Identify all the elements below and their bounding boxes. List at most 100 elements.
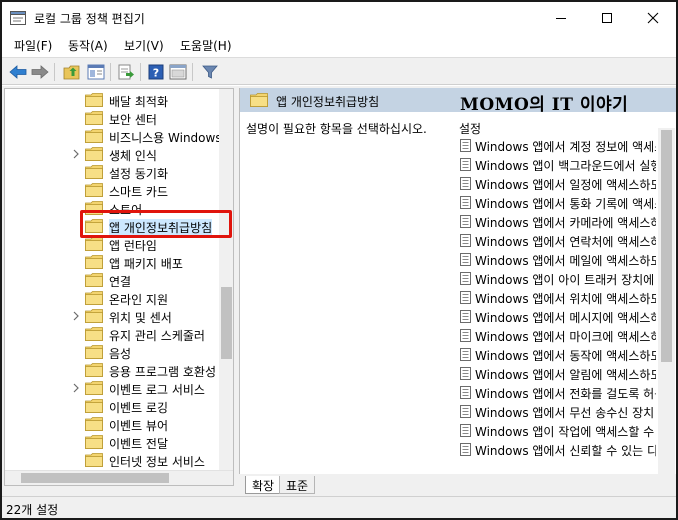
setting-row[interactable]: Windows 앱에서 무선 송수신 장치 bbox=[456, 402, 656, 421]
setting-row[interactable]: Windows 앱에서 알림에 액세스하도록 bbox=[456, 364, 656, 383]
folder-icon bbox=[85, 255, 103, 269]
tree-item-label: 앱 런타임 bbox=[109, 239, 157, 253]
tree-item-label: 설정 동기화 bbox=[109, 167, 169, 181]
policy-setting-icon bbox=[460, 310, 471, 323]
details-vertical-scroll-thumb[interactable] bbox=[661, 130, 672, 362]
policy-setting-icon bbox=[460, 234, 471, 247]
setting-row[interactable]: Windows 앱에서 동작에 액세스하도록 bbox=[456, 345, 656, 364]
tree-item[interactable]: 배달 최적화 bbox=[5, 91, 219, 109]
setting-label: Windows 앱에서 전화를 걸도록 허용 bbox=[475, 387, 656, 401]
folder-icon bbox=[250, 93, 268, 107]
properties-button[interactable] bbox=[168, 62, 188, 82]
tree-item[interactable]: 보안 센터 bbox=[5, 109, 219, 127]
selection-highlight-box bbox=[80, 210, 232, 238]
help-icon: ? bbox=[148, 64, 164, 80]
folder-icon bbox=[85, 345, 103, 359]
tree-item[interactable]: 이벤트 로그 서비스 bbox=[5, 379, 219, 397]
setting-label: Windows 앱이 작업에 액세스할 수 bbox=[475, 425, 655, 439]
details-header: 앱 개인정보취급방침 MOMO의 IT 이야기 bbox=[240, 88, 676, 115]
tree-vertical-scroll-thumb[interactable] bbox=[221, 287, 232, 359]
tree-item[interactable]: 유지 관리 스케줄러 bbox=[5, 325, 219, 343]
view-tabs: 확장 표준 bbox=[239, 474, 676, 496]
menu-view[interactable]: 보기(V) bbox=[124, 37, 164, 54]
tree-item[interactable]: 스마트 카드 bbox=[5, 181, 219, 199]
forward-button[interactable] bbox=[30, 62, 50, 82]
tab-extended[interactable]: 확장 bbox=[245, 476, 282, 494]
policy-setting-icon bbox=[460, 196, 471, 209]
settings-column-header[interactable]: 설정 bbox=[459, 120, 481, 137]
menu-help[interactable]: 도움말(H) bbox=[180, 37, 232, 54]
setting-row[interactable]: Windows 앱이 백그라운드에서 실행 bbox=[456, 155, 656, 174]
folder-icon bbox=[85, 93, 103, 107]
tree-item-label: 배달 최적화 bbox=[109, 95, 169, 109]
setting-row[interactable]: Windows 앱에서 마이크에 액세스하도록 bbox=[456, 326, 656, 345]
setting-row[interactable]: Windows 앱에서 카메라에 액세스하도록 bbox=[456, 212, 656, 231]
setting-row[interactable]: Windows 앱에서 신뢰할 수 있는 디 bbox=[456, 440, 656, 459]
tree-item[interactable]: 응용 프로그램 호환성 bbox=[5, 361, 219, 379]
tree-item[interactable]: 비즈니스용 Windows bbox=[5, 127, 222, 145]
setting-row[interactable]: Windows 앱에서 일정에 액세스하도록 bbox=[456, 174, 656, 193]
tree-vertical-scrollbar[interactable] bbox=[219, 89, 233, 470]
setting-label: Windows 앱에서 위치에 액세스하도록 bbox=[475, 292, 656, 306]
show-hide-tree-button[interactable] bbox=[86, 62, 106, 82]
setting-row[interactable]: Windows 앱에서 계정 정보에 액세스 bbox=[456, 136, 656, 155]
setting-row[interactable]: Windows 앱에서 연락처에 액세스하도록 bbox=[456, 231, 656, 250]
setting-label: Windows 앱에서 무선 송수신 장치 bbox=[475, 406, 655, 420]
tree-item[interactable]: 온라인 지원 bbox=[5, 289, 219, 307]
setting-row[interactable]: Windows 앱에서 전화를 걸도록 허용 bbox=[456, 383, 656, 402]
tree-item[interactable]: 이벤트 뷰어 bbox=[5, 415, 219, 433]
setting-label: Windows 앱에서 신뢰할 수 있는 디 bbox=[475, 444, 656, 458]
tree-pane: 배달 최적화 보안 센터 비즈니스용 Windows 생체 인식설정 동기화 스마트 카… bbox=[4, 88, 234, 486]
minimize-button[interactable] bbox=[538, 2, 584, 34]
policy-setting-icon bbox=[460, 405, 471, 418]
tree-item[interactable]: 음성 bbox=[5, 343, 219, 361]
export-list-button[interactable] bbox=[116, 62, 136, 82]
tree-item-label: 연결 bbox=[109, 275, 132, 289]
toolbar-separator bbox=[110, 63, 111, 81]
policy-setting-icon bbox=[460, 139, 471, 152]
details-vertical-scrollbar[interactable] bbox=[658, 128, 675, 474]
tab-standard[interactable]: 표준 bbox=[279, 476, 316, 494]
folder-icon bbox=[85, 435, 103, 449]
tree-item[interactable]: 생체 인식 bbox=[5, 145, 219, 163]
chevron-right-icon[interactable] bbox=[71, 381, 81, 395]
brand-watermark-text: MOMO의 IT 이야기 bbox=[460, 95, 629, 115]
tree-item[interactable]: 위치 및 센서 bbox=[5, 307, 219, 325]
tree-item[interactable]: 이벤트 전달 bbox=[5, 433, 219, 451]
folder-icon bbox=[85, 327, 103, 341]
setting-label: Windows 앱에서 마이크에 액세스하도록 bbox=[475, 330, 656, 344]
maximize-button[interactable] bbox=[584, 2, 630, 34]
setting-row[interactable]: Windows 앱에서 메일에 액세스하도록 bbox=[456, 250, 656, 269]
tree-item[interactable]: 이벤트 로깅 bbox=[5, 397, 219, 415]
minimize-icon bbox=[556, 18, 566, 19]
chevron-right-icon[interactable] bbox=[71, 147, 81, 161]
tree-item[interactable]: 설정 동기화 bbox=[5, 163, 219, 181]
back-arrow-icon bbox=[9, 65, 27, 79]
chevron-right-icon[interactable] bbox=[71, 309, 81, 323]
close-button[interactable] bbox=[630, 2, 676, 34]
tree-item[interactable]: 인터넷 정보 서비스 bbox=[5, 451, 219, 469]
tree-horizontal-scroll-thumb[interactable] bbox=[21, 473, 169, 483]
toolbar-separator bbox=[140, 63, 141, 81]
window-title: 로컬 그룹 정책 편집기 bbox=[34, 12, 145, 26]
folder-icon bbox=[85, 273, 103, 287]
menu-action[interactable]: 동작(A) bbox=[68, 37, 108, 54]
setting-row[interactable]: Windows 앱이 작업에 액세스할 수 bbox=[456, 421, 656, 440]
setting-row[interactable]: Windows 앱에서 메시지에 액세스하도록 bbox=[456, 307, 656, 326]
tree-item[interactable]: 연결 bbox=[5, 271, 219, 289]
folder-icon bbox=[85, 183, 103, 197]
filter-button[interactable] bbox=[200, 62, 220, 82]
up-button[interactable] bbox=[62, 62, 82, 82]
close-icon bbox=[647, 12, 659, 24]
back-button[interactable] bbox=[8, 62, 28, 82]
tree-horizontal-scrollbar[interactable] bbox=[5, 470, 233, 485]
setting-row[interactable]: Windows 앱에서 통화 기록에 액세스 bbox=[456, 193, 656, 212]
tree-item[interactable]: 앱 패키지 배포 bbox=[5, 253, 219, 271]
tree-item-label: 이벤트 뷰어 bbox=[109, 419, 169, 433]
help-button[interactable]: ? bbox=[146, 62, 166, 82]
policy-setting-icon bbox=[460, 329, 471, 342]
menu-file[interactable]: 파일(F) bbox=[14, 37, 52, 54]
setting-row[interactable]: Windows 앱이 아이 트래커 장치에 bbox=[456, 269, 656, 288]
folder-icon bbox=[85, 111, 103, 125]
setting-row[interactable]: Windows 앱에서 위치에 액세스하도록 bbox=[456, 288, 656, 307]
